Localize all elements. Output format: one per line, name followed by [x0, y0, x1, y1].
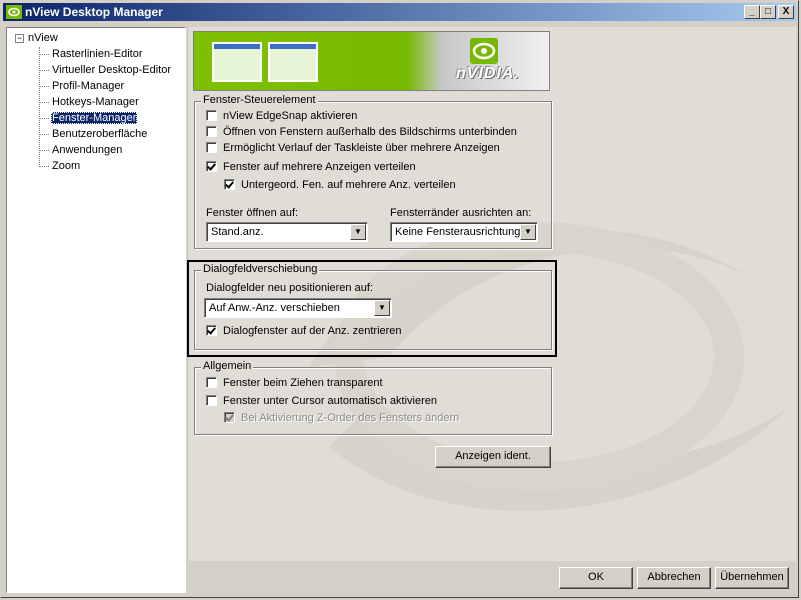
spread-windows-checkbox[interactable]: Fenster auf mehrere Anzeigen verteilen: [206, 161, 416, 173]
auto-activate-checkbox[interactable]: Fenster unter Cursor automatisch aktivie…: [206, 395, 437, 407]
tree-item-label: Benutzeroberfläche: [52, 128, 148, 140]
open-on-label: Fenster öffnen auf:: [206, 207, 299, 219]
align-dropdown[interactable]: Keine Fensterausrichtung ▼: [390, 222, 538, 242]
tree-connector-line: [39, 85, 49, 87]
collapse-icon[interactable]: −: [15, 33, 24, 43]
window-title: nView Desktop Manager: [25, 5, 163, 19]
checkbox-label: Fenster unter Cursor automatisch aktivie…: [223, 395, 437, 407]
maximize-button[interactable]: □: [760, 5, 776, 19]
checkbox-box: [224, 412, 235, 423]
tree-item-rasterlinien-editor[interactable]: Rasterlinien-Editor: [39, 48, 143, 60]
tree-root-label: nView: [28, 32, 58, 44]
change-z-order-checkbox: Bei Aktivierung Z-Order des Fensters änd…: [224, 412, 459, 424]
checkbox-box[interactable]: [206, 161, 217, 172]
tree-connector-line: [39, 53, 49, 55]
checkbox-box[interactable]: [224, 179, 235, 190]
tree-connector-line: [39, 117, 49, 119]
dropdown-arrow-icon[interactable]: ▼: [350, 224, 366, 240]
tree-item-label: Anwendungen: [52, 144, 123, 156]
tree-item-hotkeys-manager[interactable]: Hotkeys-Manager: [39, 96, 140, 108]
tree-root-nview[interactable]: − nView: [15, 32, 58, 44]
navigation-tree[interactable]: − nView Rasterlinien-Editor Virtueller Des…: [6, 27, 186, 593]
tree-item-label: Zoom: [52, 160, 81, 172]
nvidia-eye-logo-icon: [470, 38, 498, 64]
checkbox-box[interactable]: [206, 395, 217, 406]
checkbox-label: Öffnen von Fenstern außerhalb des Bildsc…: [223, 126, 517, 138]
spread-child-windows-checkbox[interactable]: Untergeord. Fen. auf mehrere Anz. vertei…: [224, 179, 456, 191]
screenshot-thumbnail-icon: [212, 42, 262, 82]
prevent-offscreen-checkbox[interactable]: Öffnen von Fenstern außerhalb des Bildsc…: [206, 126, 517, 138]
tree-connector-line: [39, 133, 49, 135]
checkbox-label: Untergeord. Fen. auf mehrere Anz. vertei…: [241, 179, 456, 191]
tree-item-virtueller-desktop-editor[interactable]: Virtueller Desktop-Editor: [39, 64, 172, 76]
tree-connector-line: [39, 165, 49, 167]
nvidia-logo-text: nVIDIA.: [456, 65, 520, 82]
tree-connector-line: [39, 101, 49, 103]
dropdown-value: Keine Fensterausrichtung: [395, 226, 521, 238]
checkbox-box[interactable]: [206, 110, 217, 121]
screenshot-thumbnail-icon: [268, 42, 318, 82]
taskbar-span-checkbox[interactable]: Ermöglicht Verlauf der Taskleiste über m…: [206, 142, 500, 154]
cancel-button[interactable]: Abbrechen: [637, 567, 711, 589]
group-legend: Fenster-Steuerelement: [201, 94, 318, 106]
tree-item-zoom[interactable]: Zoom: [39, 160, 81, 172]
main-window: nView Desktop Manager _ □ X − nView Raste…: [0, 0, 799, 598]
checkbox-label: Fenster auf mehrere Anzeigen verteilen: [223, 161, 416, 173]
dropdown-arrow-icon[interactable]: ▼: [520, 224, 536, 240]
minimize-button[interactable]: _: [744, 5, 760, 19]
checkbox-label: Fenster beim Ziehen transparent: [223, 377, 383, 389]
group-legend: Allgemein: [201, 360, 254, 372]
close-button[interactable]: X: [778, 5, 794, 19]
ok-button[interactable]: OK: [559, 567, 633, 589]
checkbox-box[interactable]: [206, 377, 217, 388]
dropdown-value: Stand.anz.: [211, 226, 264, 238]
tree-item-profil-manager[interactable]: Profil-Manager: [39, 80, 125, 92]
checkbox-box[interactable]: [206, 126, 217, 137]
highlight-frame: [187, 260, 557, 357]
tree-connector-line: [39, 69, 49, 71]
edgesnap-checkbox[interactable]: nView EdgeSnap aktivieren: [206, 110, 357, 122]
open-on-dropdown[interactable]: Stand.anz. ▼: [206, 222, 368, 242]
tree-item-label: Hotkeys-Manager: [52, 96, 139, 108]
title-bar[interactable]: nView Desktop Manager _ □ X: [3, 3, 796, 21]
tree-item-label: Profil-Manager: [52, 80, 125, 92]
checkbox-label: nView EdgeSnap aktivieren: [223, 110, 358, 122]
identify-displays-button[interactable]: Anzeigen ident.: [435, 446, 551, 468]
tree-item-anwendungen[interactable]: Anwendungen: [39, 144, 123, 156]
tree-item-benutzeroberflaeche[interactable]: Benutzeroberfläche: [39, 128, 148, 140]
tree-connector-line: [39, 149, 49, 151]
align-label: Fensterränder ausrichten an:: [390, 207, 532, 219]
tree-item-label: Fenster-Manager: [51, 112, 138, 124]
tree-item-label: Rasterlinien-Editor: [52, 48, 143, 60]
checkbox-label: Ermöglicht Verlauf der Taskleiste über m…: [223, 142, 500, 154]
checkbox-label: Bei Aktivierung Z-Order des Fensters änd…: [241, 412, 460, 424]
transparent-drag-checkbox[interactable]: Fenster beim Ziehen transparent: [206, 377, 383, 389]
tree-item-fenster-manager[interactable]: Fenster-Manager: [39, 112, 138, 124]
bottom-button-bar: OK Abbrechen Übernehmen: [189, 561, 796, 595]
apply-button[interactable]: Übernehmen: [715, 567, 789, 589]
nvidia-app-icon: [6, 5, 22, 19]
nvidia-banner: nVIDIA.: [193, 31, 550, 91]
checkbox-box[interactable]: [206, 142, 217, 153]
tree-item-label: Virtueller Desktop-Editor: [52, 64, 172, 76]
